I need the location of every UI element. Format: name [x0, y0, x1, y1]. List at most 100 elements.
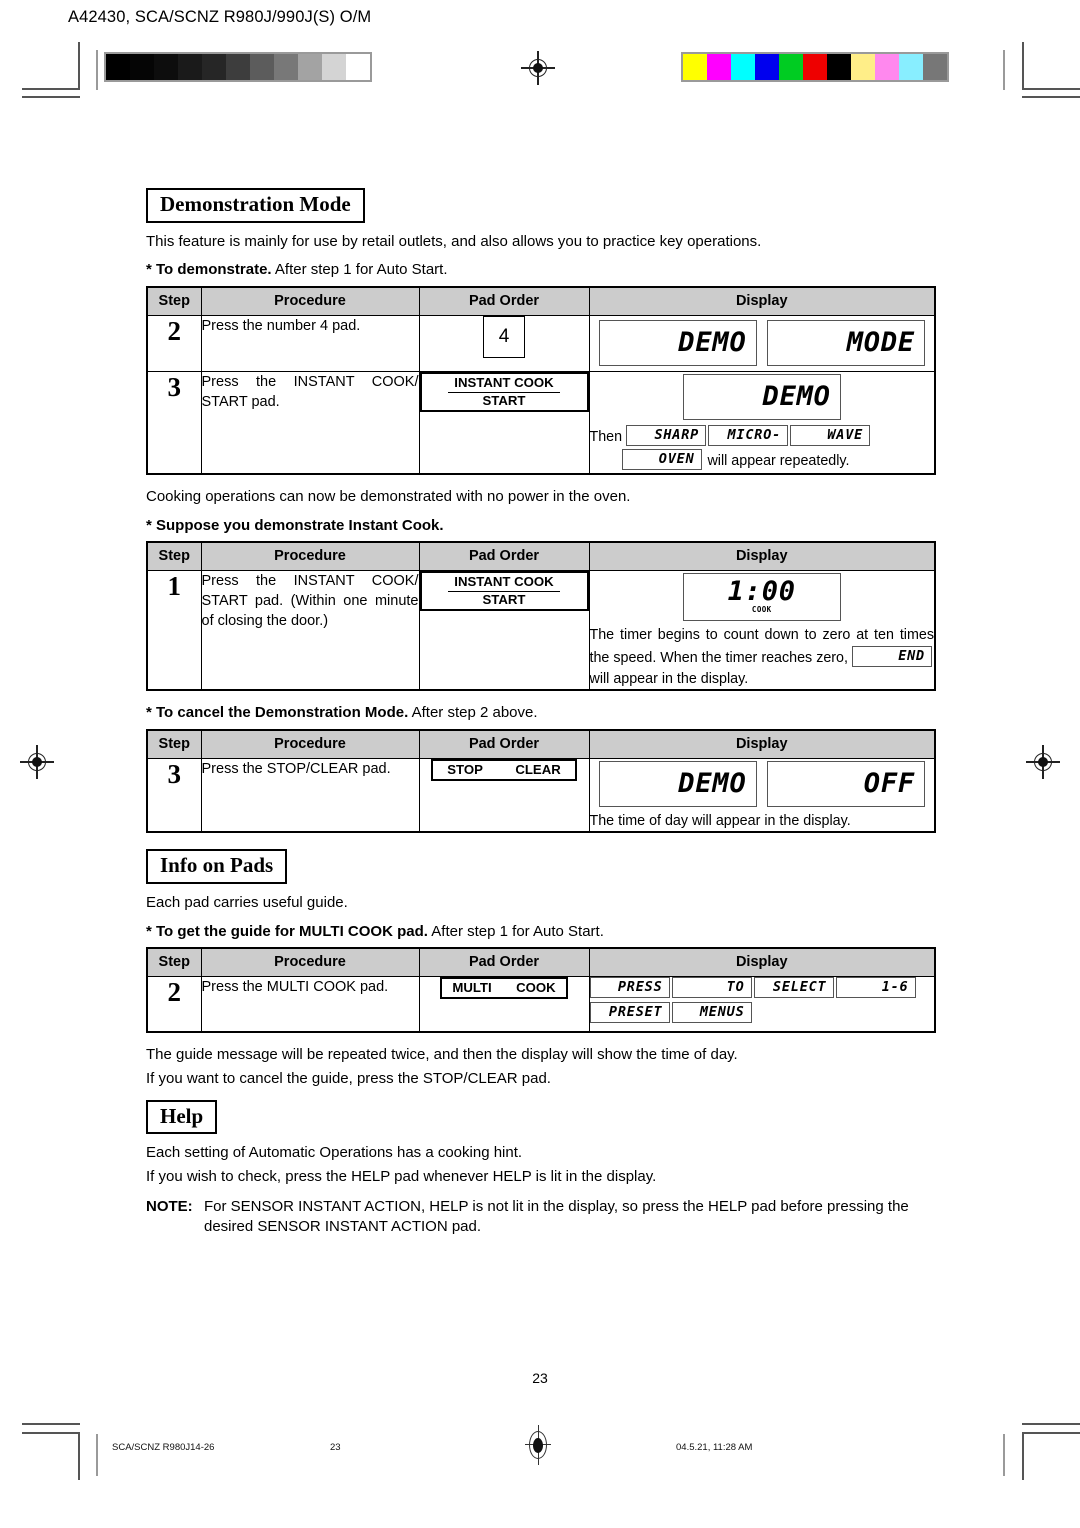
step-number: 2 — [146, 976, 202, 1033]
color-swatch-3 — [755, 54, 779, 80]
color-swatch-2 — [731, 54, 755, 80]
display-cell: DEMO Then SHARP MICRO- WAVE OVEN will appe… — [588, 370, 936, 475]
crop-mark-bottom-left-h2 — [22, 1423, 80, 1425]
lcd-display-to: TO — [671, 977, 752, 999]
color-swatch-0 — [683, 54, 707, 80]
lcd-display-1-6: 1-6 — [835, 977, 916, 999]
lcd-display-micro: MICRO- — [708, 424, 789, 446]
lcd-display-sharp: SHARP — [626, 424, 707, 446]
crop-mark-bottom-left-v — [78, 1432, 80, 1480]
guide-message-note-line1: The guide message will be repeated twice… — [146, 1046, 738, 1064]
lcd-display-demo: DEMO — [682, 373, 841, 420]
grayscale-swatch-4 — [202, 54, 226, 80]
trim-rule-left-bottom — [96, 1434, 98, 1476]
pad-button-stop-clear[interactable]: STOP CLEAR — [431, 758, 577, 781]
table-demonstrate-steps: Step Procedure Pad Order Display 2 Press… — [146, 285, 936, 475]
table-row: 1 Press the INSTANT COOK/ START pad. (Wi… — [146, 570, 936, 691]
guide-message-note-line2: If you want to cancel the guide, press t… — [146, 1069, 551, 1087]
table-header-row: Step Procedure Pad Order Display — [146, 541, 936, 572]
color-calibration-bar — [681, 52, 949, 82]
column-header-procedure: Procedure — [200, 541, 420, 572]
color-swatch-10 — [923, 54, 947, 80]
display-cell: PRESS TO SELECT 1-6 PRESET MENUS — [588, 976, 936, 1033]
lcd-display-press: PRESS — [589, 977, 670, 999]
column-header-procedure: Procedure — [200, 286, 420, 316]
crop-mark-top-right-v — [1022, 42, 1024, 90]
then-sequence-line-2: OVEN will appear repeatedly. — [590, 448, 935, 473]
pad-label-line1: MULTI — [452, 980, 492, 996]
column-header-procedure: Procedure — [200, 729, 420, 759]
pad-button-instant-cook-start[interactable]: INSTANT COOK START — [419, 371, 589, 412]
column-header-step: Step — [146, 541, 202, 572]
grayscale-swatch-1 — [130, 54, 154, 80]
lcd-display-menus: MENUS — [671, 1002, 752, 1024]
pad-button-multi-cook[interactable]: MULTI COOK — [440, 977, 568, 1000]
color-swatch-6 — [827, 54, 851, 80]
column-header-pad-order: Pad Order — [418, 541, 590, 572]
star-line-1-bold: * To demonstrate. — [146, 261, 272, 279]
color-swatch-4 — [779, 54, 803, 80]
lcd-display-off: OFF — [766, 760, 925, 807]
star-line-2-bold: * Suppose you demonstrate Instant Cook. — [146, 516, 444, 534]
pad-label-line2: START — [482, 592, 526, 608]
help-line2: If you wish to check, press the HELP pad… — [146, 1168, 657, 1186]
registration-mark-right-middle — [1026, 745, 1060, 779]
lcd-display-oven: OVEN — [621, 448, 702, 470]
lcd-row: 1:00 COOK — [590, 571, 935, 622]
star-line-4-bold: * To get the guide for MULTI COOK pad. — [146, 922, 428, 940]
grayscale-swatch-6 — [250, 54, 274, 80]
lcd-row: DEMO OFF — [590, 759, 935, 807]
table-header-row: Step Procedure Pad Order Display — [146, 286, 936, 316]
table-instant-cook-demo: Step Procedure Pad Order Display 1 Press… — [146, 541, 936, 692]
lcd-row: DEMO — [590, 372, 935, 420]
procedure-text: Press the STOP/CLEAR pad. — [200, 757, 420, 833]
then-sequence-line: Then SHARP MICRO- WAVE — [590, 424, 935, 449]
table-cancel-demo-mode: Step Procedure Pad Order Display 3 Press… — [146, 728, 936, 834]
pad-label-line1: INSTANT COOK — [448, 371, 560, 393]
column-header-display: Display — [588, 541, 936, 572]
color-swatch-8 — [875, 54, 899, 80]
trim-rule-right-bottom — [1003, 1434, 1005, 1476]
lcd-timer-value: 1:00 — [727, 576, 796, 608]
trim-rule-right-top — [1003, 50, 1005, 90]
column-header-pad-order: Pad Order — [418, 286, 590, 316]
crop-mark-top-left-h — [22, 88, 80, 90]
section-title-help: Help — [146, 1099, 218, 1135]
star-line-3-bold: * To cancel the Demonstration Mode. — [146, 704, 409, 722]
registration-mark-left-middle — [20, 745, 54, 779]
step-number: 3 — [146, 370, 202, 475]
page-number: 23 — [532, 1370, 548, 1386]
pad-label-line2: START — [482, 392, 526, 408]
pad-order-cell: 4 — [418, 314, 590, 372]
note-text: For SENSOR INSTANT ACTION, HELP is not l… — [204, 1197, 909, 1235]
crop-mark-bottom-right-h — [1022, 1432, 1080, 1434]
column-header-step: Step — [146, 947, 202, 978]
help-note: NOTE: For SENSOR INSTANT ACTION, HELP is … — [146, 1197, 936, 1237]
crop-mark-top-left-v — [78, 42, 80, 90]
pad-order-cell: STOP CLEAR — [418, 757, 590, 833]
star-line-suppose-instant-cook: * Suppose you demonstrate Instant Cook. — [146, 516, 936, 536]
grayscale-swatch-10 — [346, 54, 370, 80]
crop-mark-top-right-h2 — [1022, 96, 1080, 98]
star-line-3-rest: After step 2 above. — [408, 704, 538, 722]
table-row: 2 Press the MULTI COOK pad. MULTI COOK P… — [146, 976, 936, 1033]
page-content: Demonstration Mode This feature is mainl… — [146, 188, 936, 1245]
column-header-pad-order: Pad Order — [418, 729, 590, 759]
procedure-text: Press the number 4 pad. — [200, 314, 420, 372]
step-number: 3 — [146, 757, 202, 833]
pad-button-number-4[interactable]: 4 — [483, 315, 525, 358]
lcd-display-timer: 1:00 COOK — [682, 573, 841, 622]
lcd-display-demo: DEMO — [598, 760, 757, 807]
procedure-text: Press the MULTI COOK pad. — [200, 976, 420, 1033]
lcd-row: DEMO MODE — [590, 316, 935, 366]
step-number: 1 — [146, 570, 202, 691]
color-swatch-9 — [899, 54, 923, 80]
grayscale-swatch-0 — [106, 54, 130, 80]
column-header-display: Display — [588, 286, 936, 316]
pad-button-instant-cook-start[interactable]: INSTANT COOK START — [419, 571, 589, 612]
timer-description-text: The timer begins to count down to zero a… — [590, 626, 935, 689]
footer-left-filename: SCA/SCNZ R980J14-26 — [112, 1442, 215, 1453]
crop-mark-top-left-h2 — [22, 96, 80, 98]
column-header-step: Step — [146, 286, 202, 316]
grayscale-swatch-2 — [154, 54, 178, 80]
